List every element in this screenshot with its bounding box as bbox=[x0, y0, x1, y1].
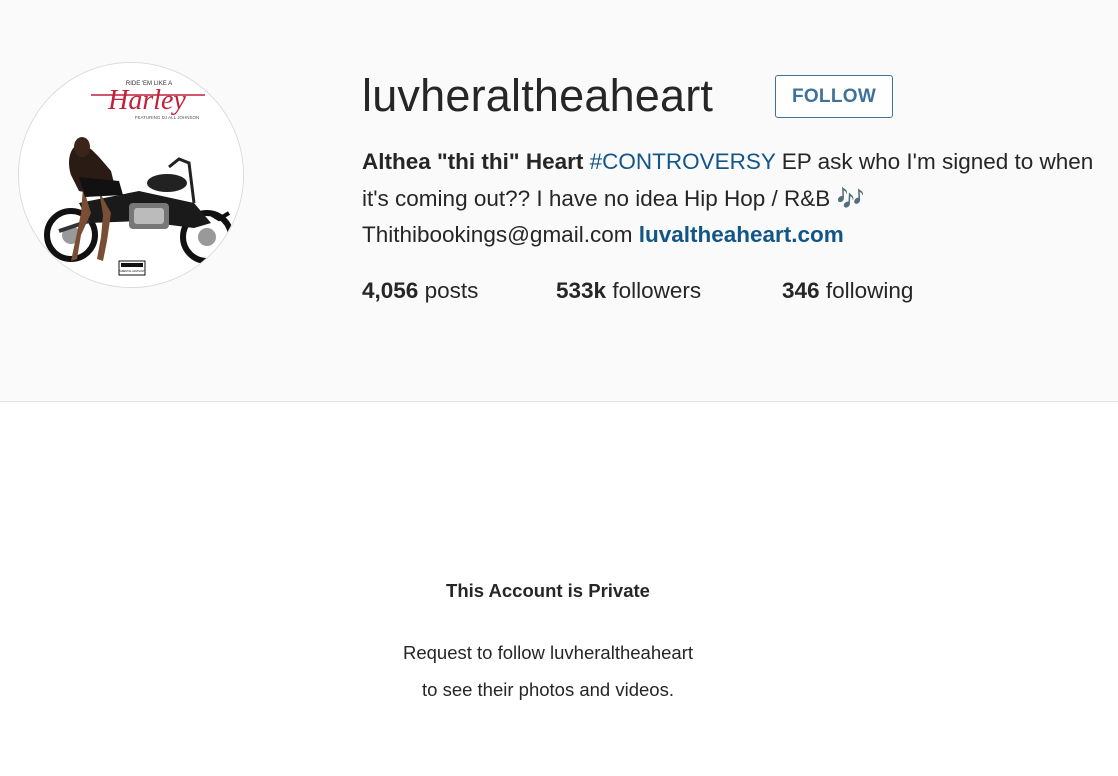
private-account-message: Request to follow luvheraltheaheart to s… bbox=[0, 634, 1096, 708]
following-label: following bbox=[825, 278, 914, 303]
bio-email: Thithibookings@gmail.com bbox=[362, 222, 633, 247]
parental-advisory-badge: PARENTAL ADVISORY bbox=[118, 269, 145, 273]
profile-bio: Althea "thi thi" Heart #CONTROVERSY EP a… bbox=[362, 144, 1102, 254]
followers-count: 533k bbox=[556, 278, 607, 303]
follow-button[interactable]: FOLLOW bbox=[775, 75, 893, 118]
following-stat[interactable]: 346 following bbox=[782, 274, 913, 308]
profile-website-link[interactable]: luvaltheaheart.com bbox=[639, 222, 844, 247]
profile-username: luvheraltheaheart bbox=[362, 70, 714, 121]
profile-avatar[interactable]: RIDE 'EM LIKE A Harley FEATURING DJ ALL … bbox=[18, 62, 244, 288]
bio-hashtag-link[interactable]: #CONTROVERSY bbox=[590, 149, 776, 174]
following-count: 346 bbox=[782, 278, 820, 303]
profile-full-name: Althea "thi thi" Heart bbox=[362, 149, 584, 174]
profile-header: RIDE 'EM LIKE A Harley FEATURING DJ ALL … bbox=[0, 0, 1118, 402]
private-message-line-2: to see their photos and videos. bbox=[422, 679, 674, 700]
posts-stat: 4,056 posts bbox=[362, 274, 478, 308]
followers-stat[interactable]: 533k followers bbox=[556, 274, 701, 308]
private-message-line-1: Request to follow luvheraltheaheart bbox=[402, 642, 693, 663]
posts-label: posts bbox=[424, 278, 479, 303]
private-account-title: This Account is Private bbox=[446, 580, 650, 601]
followers-label: followers bbox=[612, 278, 702, 303]
posts-count: 4,056 bbox=[362, 278, 419, 303]
avatar-sub-text: FEATURING DJ ALL JOHNSON bbox=[135, 115, 200, 120]
avatar-image: RIDE 'EM LIKE A Harley FEATURING DJ ALL … bbox=[19, 63, 243, 287]
avatar-title-text: Harley bbox=[107, 85, 186, 116]
